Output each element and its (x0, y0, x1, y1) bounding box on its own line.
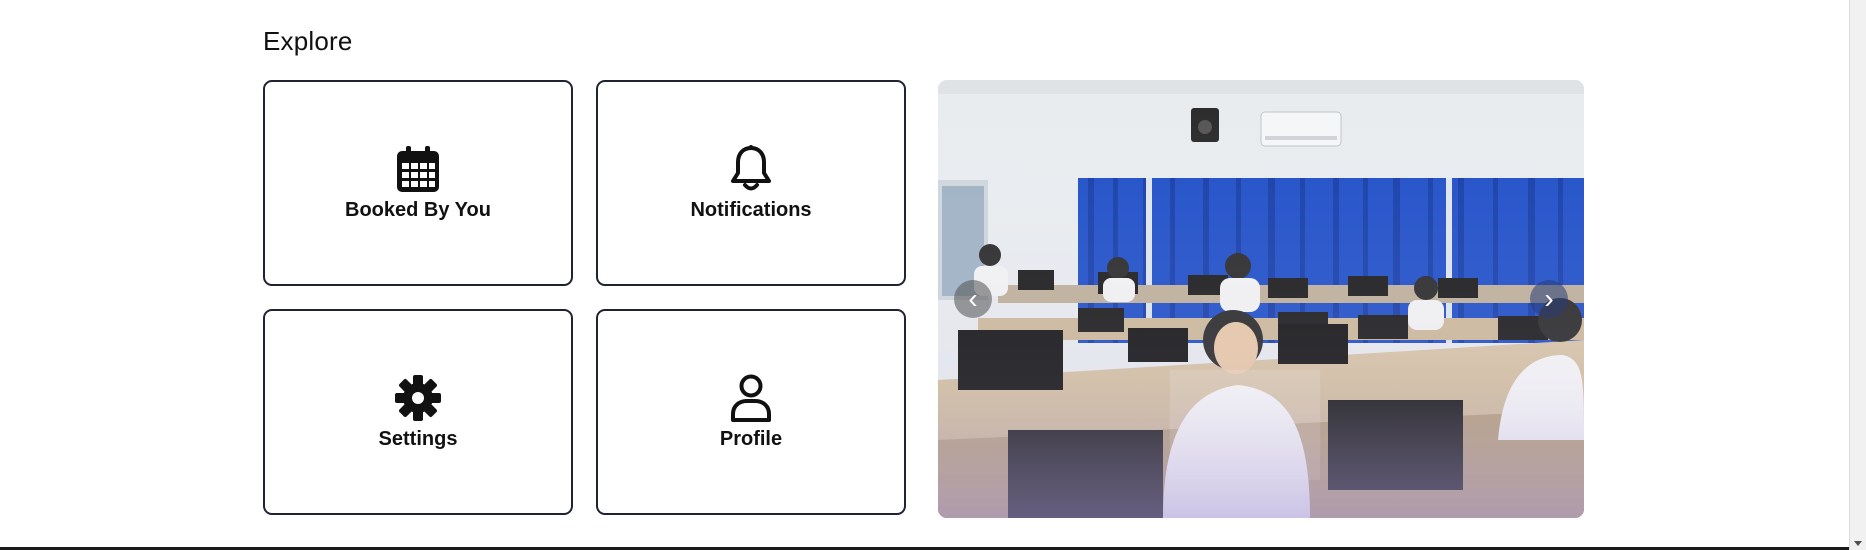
settings-label: Settings (378, 427, 458, 450)
computer-lab-photo (938, 80, 1584, 518)
notifications-label: Notifications (690, 198, 812, 221)
booked-by-you-label: Booked By You (345, 198, 491, 221)
bell-icon (727, 144, 775, 193)
carousel-next-button[interactable]: › (1530, 280, 1568, 318)
person-icon (727, 374, 775, 422)
profile-card[interactable]: Profile (596, 309, 906, 515)
gear-icon (394, 374, 442, 422)
image-carousel[interactable]: ‹ › (938, 80, 1584, 518)
profile-label: Profile (719, 427, 783, 450)
notifications-card[interactable]: Notifications (596, 80, 906, 286)
settings-card[interactable]: Settings (263, 309, 573, 515)
carousel-prev-button[interactable]: ‹ (954, 280, 992, 318)
vertical-scrollbar[interactable] (1849, 0, 1866, 550)
scroll-down-arrow-icon[interactable] (1854, 541, 1862, 546)
section-title: Explore (263, 26, 353, 56)
booked-by-you-card[interactable]: Booked By You (263, 80, 573, 286)
explore-page: Explore Booked By You Notifications Sett… (0, 0, 1866, 550)
calendar-icon (394, 145, 442, 193)
